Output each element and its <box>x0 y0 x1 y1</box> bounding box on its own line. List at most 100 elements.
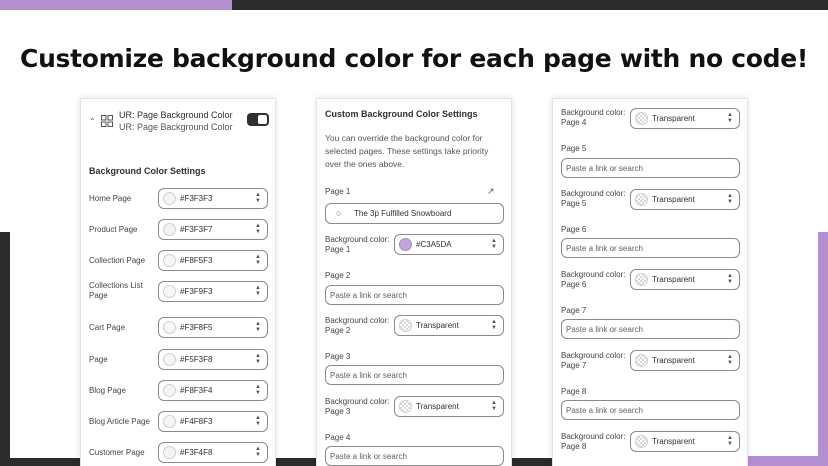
transparent-swatch <box>399 400 412 413</box>
color-swatch <box>163 254 176 267</box>
page-8-link-input[interactable]: Paste a link or search <box>561 400 740 420</box>
color-picker-collection-page[interactable]: #F8F5F3 ▲ ▼ <box>158 250 268 271</box>
decor-purple-bar <box>818 232 828 466</box>
select-arrows-icon: ▲ ▼ <box>491 400 497 412</box>
color-picker-customer-page[interactable]: #F3F4F8 ▲ ▼ <box>158 442 268 463</box>
color-picker-page-5[interactable]: Transparent ▲ ▼ <box>630 189 740 210</box>
bg-color-label: Background color: Page 3 <box>325 397 390 416</box>
select-arrows-icon: ▲ ▼ <box>255 384 261 396</box>
color-swatch <box>163 192 176 205</box>
select-arrows-icon: ▲ ▼ <box>491 238 497 250</box>
color-value: Transparent <box>416 321 459 330</box>
decor-dark-bar <box>232 0 828 10</box>
page-label: Page 2 <box>325 271 351 280</box>
page-4-link-input[interactable]: Paste a link or search <box>325 446 504 466</box>
page-label: Page 5 <box>561 144 587 153</box>
select-arrows-icon: ▲ ▼ <box>255 192 261 204</box>
page-label: Page 8 <box>561 387 587 396</box>
app-block-header[interactable]: ⌃ UR: Page Background Color UR: Page Bac… <box>89 109 269 135</box>
section-description: You can override the background color fo… <box>325 133 489 169</box>
color-value: #F8F3F4 <box>180 386 213 395</box>
transparent-swatch <box>635 273 648 286</box>
page-7-link-input[interactable]: Paste a link or search <box>561 319 740 339</box>
chevron-up-icon[interactable]: ⌃ <box>89 117 96 126</box>
color-value: #F8F5F3 <box>180 256 213 265</box>
color-picker-page-4[interactable]: Transparent ▲ ▼ <box>630 108 740 129</box>
row-label: Collection Page <box>89 256 146 265</box>
bg-color-label: Background color: Page 7 <box>561 351 626 370</box>
page-2-link-input[interactable]: Paste a link or search <box>325 285 504 305</box>
row-label: Product Page <box>89 225 138 234</box>
color-swatch <box>163 353 176 366</box>
color-picker-page-2[interactable]: Transparent ▲ ▼ <box>394 315 504 336</box>
color-value: Transparent <box>652 275 695 284</box>
color-picker-page-7[interactable]: Transparent ▲ ▼ <box>630 350 740 371</box>
row-label: Collections List Page <box>89 281 143 300</box>
page-1-resource-picker[interactable]: ○ The 3p Fulfilled Snowboard <box>325 203 504 224</box>
app-subtitle: UR: Page Background Color <box>119 122 233 132</box>
select-arrows-icon: ▲ ▼ <box>727 273 733 285</box>
section-title: Background Color Settings <box>89 166 206 176</box>
transparent-swatch <box>635 435 648 448</box>
app-title: UR: Page Background Color <box>119 110 233 120</box>
external-link-icon[interactable]: ↗ <box>487 186 495 197</box>
bg-color-label: Background color: Page 2 <box>325 316 390 335</box>
decor-purple-bar <box>0 0 232 10</box>
select-arrows-icon: ▲ ▼ <box>255 254 261 266</box>
select-arrows-icon: ▲ ▼ <box>255 446 261 458</box>
row-label: Page <box>89 355 108 364</box>
select-arrows-icon: ▲ ▼ <box>255 321 261 333</box>
color-swatch <box>163 446 176 459</box>
color-value: #F3F8F5 <box>180 323 213 332</box>
color-swatch <box>399 238 412 251</box>
color-picker-page[interactable]: #F5F3F8 ▲ ▼ <box>158 349 268 370</box>
row-label: Blog Article Page <box>89 417 150 426</box>
decor-purple-bar <box>738 456 828 466</box>
page-label: Page 7 <box>561 306 587 315</box>
settings-panel-custom-pages-continued: Background color: Page 4 Transparent ▲ ▼ … <box>552 98 748 466</box>
section-title: Custom Background Color Settings <box>325 109 478 119</box>
color-picker-cart-page[interactable]: #F3F8F5 ▲ ▼ <box>158 317 268 338</box>
decor-dark-bar <box>0 232 10 466</box>
select-arrows-icon: ▲ ▼ <box>727 354 733 366</box>
transparent-swatch <box>399 319 412 332</box>
select-arrows-icon: ▲ ▼ <box>727 435 733 447</box>
color-picker-page-1[interactable]: #C3A5DA ▲ ▼ <box>394 234 504 255</box>
color-picker-page-6[interactable]: Transparent ▲ ▼ <box>630 269 740 290</box>
color-picker-page-3[interactable]: Transparent ▲ ▼ <box>394 396 504 417</box>
transparent-swatch <box>635 354 648 367</box>
color-value: #F4F8F3 <box>180 417 213 426</box>
select-arrows-icon: ▲ ▼ <box>255 223 261 235</box>
row-label: Blog Page <box>89 386 126 395</box>
color-value: #F5F3F8 <box>180 355 213 364</box>
color-value: #F3F3F3 <box>180 194 213 203</box>
app-block-icon <box>101 115 113 127</box>
page-6-link-input[interactable]: Paste a link or search <box>561 238 740 258</box>
select-arrows-icon: ▲ ▼ <box>255 415 261 427</box>
page-3-link-input[interactable]: Paste a link or search <box>325 365 504 385</box>
page-label: Page 1 <box>325 187 351 196</box>
color-value: #F3F4F8 <box>180 448 213 457</box>
color-value: Transparent <box>416 402 459 411</box>
settings-panel-general: ⌃ UR: Page Background Color UR: Page Bac… <box>80 98 276 466</box>
bg-color-label: Background color: Page 6 <box>561 270 626 289</box>
row-label: Customer Page <box>89 448 145 457</box>
color-swatch <box>163 285 176 298</box>
select-arrows-icon: ▲ ▼ <box>491 319 497 331</box>
bg-color-label: Background color: Page 8 <box>561 432 626 451</box>
color-value: #C3A5DA <box>416 240 452 249</box>
color-picker-home-page[interactable]: #F3F3F3 ▲ ▼ <box>158 188 268 209</box>
row-label: Home Page <box>89 194 132 203</box>
selected-product: The 3p Fulfilled Snowboard <box>354 209 452 218</box>
color-picker-blog-page[interactable]: #F8F3F4 ▲ ▼ <box>158 380 268 401</box>
transparent-swatch <box>635 112 648 125</box>
color-picker-collections-list-page[interactable]: #F3F9F3 ▲ ▼ <box>158 281 268 302</box>
bg-color-label: Background color: Page 4 <box>561 108 626 127</box>
color-picker-page-8[interactable]: Transparent ▲ ▼ <box>630 431 740 452</box>
color-value: #F3F3F7 <box>180 225 213 234</box>
page-label: Page 3 <box>325 352 351 361</box>
page-5-link-input[interactable]: Paste a link or search <box>561 158 740 178</box>
color-picker-blog-article-page[interactable]: #F4F8F3 ▲ ▼ <box>158 411 268 432</box>
app-enable-toggle[interactable] <box>247 113 269 126</box>
color-picker-product-page[interactable]: #F3F3F7 ▲ ▼ <box>158 219 268 240</box>
